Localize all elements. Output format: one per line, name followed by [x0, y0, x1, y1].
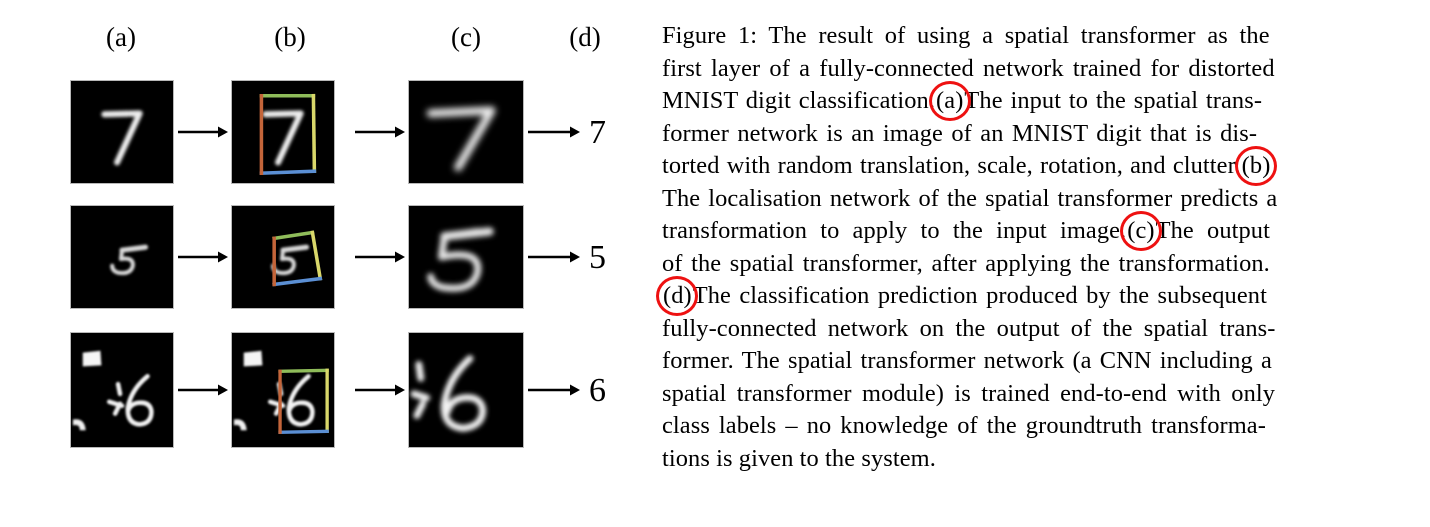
annotation-circle-d: (d) [656, 276, 699, 317]
caption-line: former network is an image of an MNIST d… [662, 119, 1258, 147]
caption-line: former. The spatial transformer network … [662, 347, 1272, 374]
figure-panel: (a) (b) (c) (d) 7 5 6 [0, 0, 650, 527]
arrow-right-icon [355, 126, 405, 138]
caption-line: MNIST digit classification. (a)The input … [662, 81, 1424, 122]
output-image-row-3 [408, 332, 524, 448]
caption-line: transformation to apply to the input ima… [662, 211, 1424, 252]
column-header-c: (c) [451, 22, 481, 52]
arrow-right-icon [178, 251, 228, 263]
output-image-row-2 [408, 205, 524, 309]
caption-line: first layer of a fully-connected network… [662, 54, 1275, 82]
transformed-image-row-2 [231, 205, 335, 309]
input-image-row-1 [70, 80, 174, 184]
caption-line: (d)The classification prediction produce… [656, 276, 1424, 317]
prediction-row-2: 5 [589, 239, 606, 276]
caption-line: torted with random translation, scale, r… [662, 146, 1424, 187]
prediction-row-1: 7 [589, 114, 606, 151]
column-header-a: (a) [106, 22, 136, 52]
figure-caption: Figure 1: The result of using a spatial … [656, 20, 1424, 475]
caption-line: class labels – no knowledge of the groun… [662, 412, 1266, 439]
arrow-right-icon [528, 126, 580, 138]
output-image-row-1 [408, 80, 524, 184]
arrow-right-icon [528, 251, 580, 263]
arrow-right-icon [178, 126, 228, 138]
transformed-image-row-3 [231, 332, 335, 448]
caption-line: fully-connected network on the output of… [662, 314, 1276, 342]
arrow-right-icon [178, 384, 228, 396]
input-image-row-3 [70, 332, 174, 448]
annotation-circle-a: (a) [928, 81, 971, 122]
arrow-right-icon [355, 251, 405, 263]
caption-line: The localisation network of the spatial … [662, 184, 1278, 212]
arrow-right-icon [355, 384, 405, 396]
input-image-row-2 [70, 205, 174, 309]
prediction-row-3: 6 [589, 372, 606, 409]
annotation-circle-c: (c) [1119, 211, 1162, 252]
caption-line: tions is given to the system. [662, 444, 936, 472]
column-header-d: (d) [569, 22, 601, 52]
caption-line: of the spatial transformer, after applyi… [662, 249, 1270, 277]
figure-page: (a) (b) (c) (d) 7 5 6 Figure 1: The resu… [0, 0, 1430, 527]
caption-line: spatial transformer module) is trained e… [662, 379, 1276, 407]
transformed-image-row-1 [231, 80, 335, 184]
arrow-right-icon [528, 384, 580, 396]
annotation-circle-b: (b) [1235, 146, 1278, 187]
column-header-b: (b) [274, 22, 306, 52]
caption-line: Figure 1: The result of using a spatial … [662, 22, 1270, 49]
